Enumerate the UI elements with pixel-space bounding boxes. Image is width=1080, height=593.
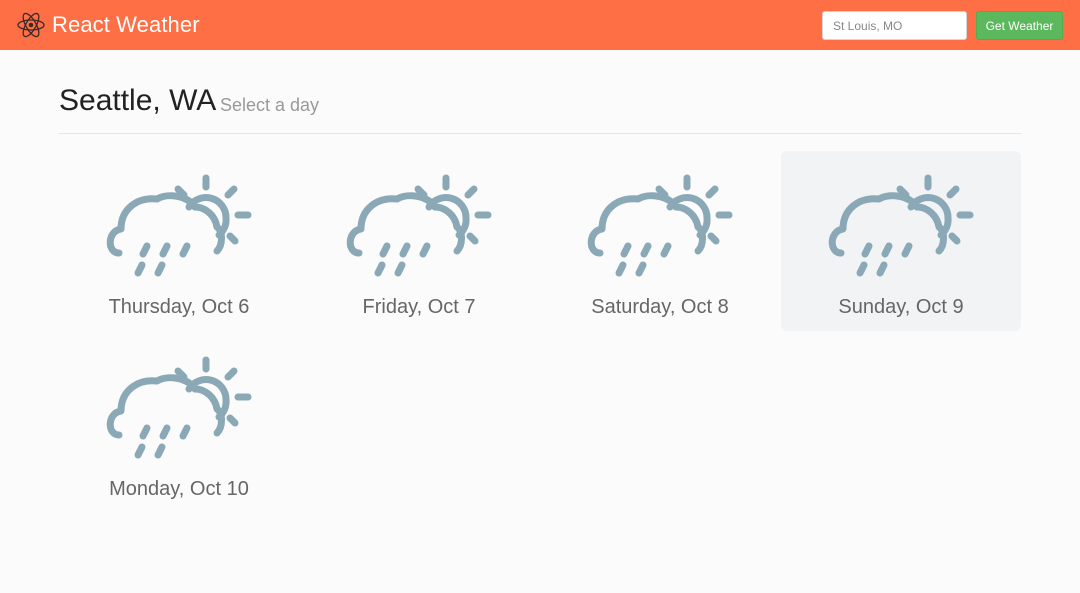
brand-link[interactable]: React Weather	[16, 0, 200, 50]
app-title: React Weather	[52, 12, 200, 37]
navbar: React Weather Get Weather	[0, 0, 1080, 50]
day-label: Monday, Oct 10	[109, 478, 249, 500]
rain-cloud-sun-icon	[586, 173, 734, 293]
page-header: Seattle, WA Select a day	[59, 84, 1021, 134]
rain-cloud-sun-icon	[827, 173, 975, 293]
day-card[interactable]: Saturday, Oct 8	[540, 151, 780, 331]
day-card[interactable]: Sunday, Oct 9	[781, 151, 1021, 331]
page-subtitle: Select a day	[220, 95, 320, 115]
city-input[interactable]	[822, 11, 967, 40]
page-title: Seattle, WA	[59, 84, 217, 117]
day-card[interactable]: Monday, Oct 10	[59, 333, 299, 513]
day-card[interactable]: Friday, Oct 7	[299, 151, 539, 331]
rain-cloud-sun-icon	[345, 173, 493, 293]
rain-cloud-sun-icon	[105, 355, 253, 475]
day-card[interactable]: Thursday, Oct 6	[59, 151, 299, 331]
day-label: Sunday, Oct 9	[838, 296, 964, 318]
react-atom-icon	[17, 12, 45, 38]
get-weather-button[interactable]: Get Weather	[976, 11, 1063, 40]
day-label: Thursday, Oct 6	[108, 296, 250, 318]
rain-cloud-sun-icon	[105, 173, 253, 293]
day-label: Friday, Oct 7	[362, 296, 476, 318]
day-label: Saturday, Oct 8	[591, 296, 729, 318]
